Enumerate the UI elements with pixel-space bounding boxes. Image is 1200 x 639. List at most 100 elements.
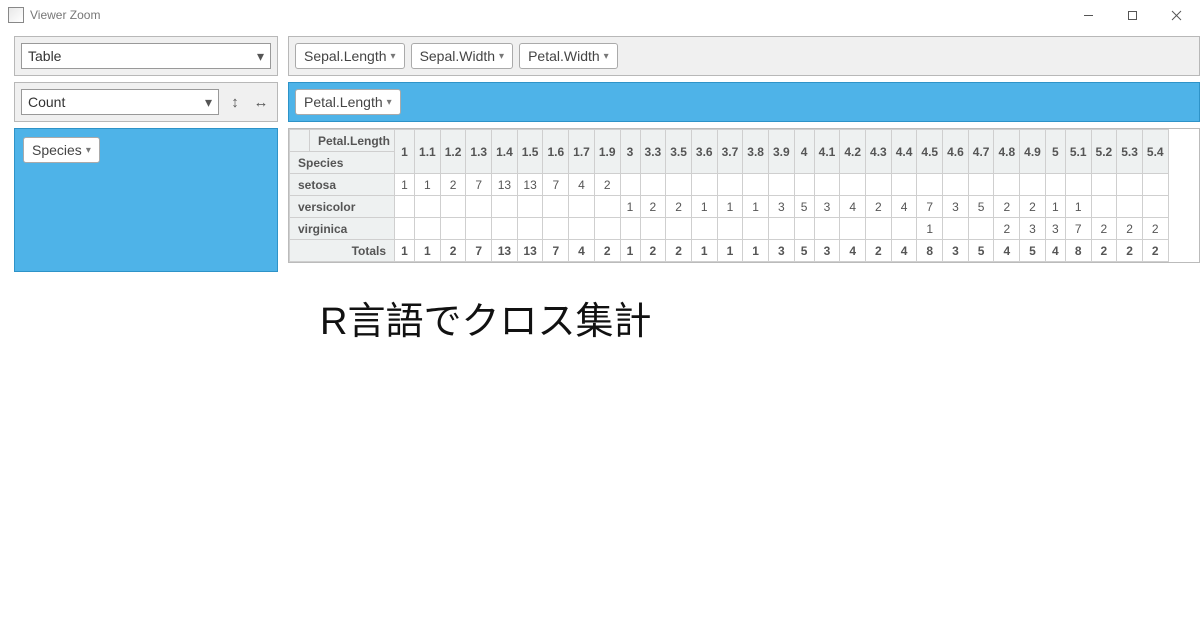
pivot-cell bbox=[840, 218, 866, 240]
pivot-cell bbox=[594, 196, 620, 218]
aggregator-select[interactable]: Count ▾ bbox=[21, 89, 219, 115]
app-icon bbox=[8, 7, 24, 23]
chip-label: Species bbox=[32, 142, 82, 158]
pivot-cell: 2 bbox=[440, 174, 466, 196]
rows-dropzone[interactable]: Species ▾ bbox=[14, 128, 278, 272]
pivot-col-header: 1.9 bbox=[594, 130, 620, 174]
pivot-cell bbox=[717, 218, 743, 240]
pivot-cell bbox=[415, 196, 441, 218]
titlebar: Viewer Zoom bbox=[0, 0, 1200, 30]
pivot-cell bbox=[1091, 174, 1117, 196]
pivot-total-cell: 1 bbox=[415, 240, 441, 262]
pivot-col-header: 4.3 bbox=[866, 130, 892, 174]
pivot-col-header: 1.2 bbox=[440, 130, 466, 174]
pivot-col-header: 3.8 bbox=[743, 130, 769, 174]
pivot-cell bbox=[640, 218, 666, 240]
pivot-cell: 1 bbox=[1065, 196, 1091, 218]
caret-down-icon: ▾ bbox=[86, 145, 91, 156]
minimize-button[interactable] bbox=[1066, 1, 1110, 29]
pivot-cell bbox=[569, 196, 595, 218]
chip-label: Petal.Width bbox=[528, 48, 600, 64]
pivot-col-header: 4.1 bbox=[814, 130, 840, 174]
pivot-total-cell: 3 bbox=[768, 240, 794, 262]
pivot-cell bbox=[1117, 196, 1143, 218]
pivot-total-cell: 2 bbox=[1142, 240, 1168, 262]
pivot-table: Petal.Length11.11.21.31.41.51.61.71.933.… bbox=[289, 129, 1169, 262]
pivot-cell bbox=[917, 174, 943, 196]
pivot-total-cell: 5 bbox=[968, 240, 994, 262]
pivot-cell bbox=[943, 174, 969, 196]
pivot-total-cell: 4 bbox=[1045, 240, 1065, 262]
pivot-cell: 2 bbox=[1091, 218, 1117, 240]
pivot-cell bbox=[569, 218, 595, 240]
pivot-total-cell: 1 bbox=[743, 240, 769, 262]
sort-rows-button[interactable]: ↕ bbox=[225, 90, 245, 114]
pivot-cell: 2 bbox=[1020, 196, 1046, 218]
pivot-total-cell: 2 bbox=[594, 240, 620, 262]
unused-fields-toolbar[interactable]: Sepal.Length ▾ Sepal.Width ▾ Petal.Width… bbox=[288, 36, 1200, 76]
pivot-cell bbox=[1142, 174, 1168, 196]
pivot-col-header: 1.6 bbox=[543, 130, 569, 174]
pivot-cell: 2 bbox=[866, 196, 892, 218]
caret-down-icon: ▾ bbox=[387, 97, 392, 108]
pivot-cell bbox=[395, 218, 415, 240]
pivot-col-header: 4.8 bbox=[994, 130, 1020, 174]
pivot-cell bbox=[1020, 174, 1046, 196]
pivot-col-attr-label: Petal.Length bbox=[310, 130, 395, 152]
cols-dropzone[interactable]: Petal.Length ▾ bbox=[288, 82, 1200, 122]
pivot-cell bbox=[794, 174, 814, 196]
pivot-cell bbox=[768, 218, 794, 240]
pivot-cell: 1 bbox=[717, 196, 743, 218]
pivot-col-header: 1.5 bbox=[517, 130, 543, 174]
pivot-total-cell: 3 bbox=[814, 240, 840, 262]
pivot-col-header: 3.7 bbox=[717, 130, 743, 174]
pivot-col-header: 1.3 bbox=[466, 130, 492, 174]
unused-field-chip[interactable]: Sepal.Length ▾ bbox=[295, 43, 405, 69]
sort-cols-button[interactable]: ↔ bbox=[251, 90, 271, 114]
pivot-cell: 4 bbox=[891, 196, 917, 218]
pivot-total-cell: 13 bbox=[492, 240, 518, 262]
pivot-cell: 1 bbox=[743, 196, 769, 218]
pivot-total-cell: 3 bbox=[943, 240, 969, 262]
pivot-col-header: 3.9 bbox=[768, 130, 794, 174]
pivot-cell: 3 bbox=[1045, 218, 1065, 240]
pivot-cell: 3 bbox=[814, 196, 840, 218]
pivot-total-cell: 1 bbox=[717, 240, 743, 262]
pivot-col-header: 1 bbox=[395, 130, 415, 174]
col-field-chip-petal-length[interactable]: Petal.Length ▾ bbox=[295, 89, 401, 115]
pivot-cell bbox=[543, 218, 569, 240]
caret-down-icon: ▾ bbox=[257, 48, 264, 65]
caret-down-icon: ▾ bbox=[205, 94, 212, 111]
pivot-cell bbox=[866, 218, 892, 240]
close-button[interactable] bbox=[1154, 1, 1198, 29]
pivot-totals-label: Totals bbox=[290, 240, 395, 262]
pivot-total-cell: 2 bbox=[866, 240, 892, 262]
unused-field-chip[interactable]: Petal.Width ▾ bbox=[519, 43, 618, 69]
pivot-total-cell: 5 bbox=[1020, 240, 1046, 262]
pivot-cell bbox=[968, 174, 994, 196]
pivot-cell: 2 bbox=[994, 196, 1020, 218]
pivot-cell bbox=[814, 174, 840, 196]
renderer-select[interactable]: Table ▾ bbox=[21, 43, 271, 69]
pivot-cell bbox=[794, 218, 814, 240]
renderer-select-label: Table bbox=[28, 48, 61, 64]
pivot-total-cell: 8 bbox=[1065, 240, 1091, 262]
pivot-cell bbox=[395, 196, 415, 218]
maximize-button[interactable] bbox=[1110, 1, 1154, 29]
chip-label: Sepal.Width bbox=[420, 48, 495, 64]
pivot-cell: 5 bbox=[968, 196, 994, 218]
pivot-col-header: 1.7 bbox=[569, 130, 595, 174]
pivot-col-header: 4.5 bbox=[917, 130, 943, 174]
pivot-col-header: 5 bbox=[1045, 130, 1065, 174]
pivot-cell: 13 bbox=[492, 174, 518, 196]
pivot-cell bbox=[968, 218, 994, 240]
pivot-col-header: 4.2 bbox=[840, 130, 866, 174]
pivot-row-header: virginica bbox=[290, 218, 395, 240]
pivot-total-cell: 7 bbox=[466, 240, 492, 262]
pivot-cell: 7 bbox=[1065, 218, 1091, 240]
row-field-chip-species[interactable]: Species ▾ bbox=[23, 137, 100, 163]
pivot-cell: 3 bbox=[943, 196, 969, 218]
unused-field-chip[interactable]: Sepal.Width ▾ bbox=[411, 43, 514, 69]
pivot-cell bbox=[620, 174, 640, 196]
pivot-col-header: 1.1 bbox=[415, 130, 441, 174]
